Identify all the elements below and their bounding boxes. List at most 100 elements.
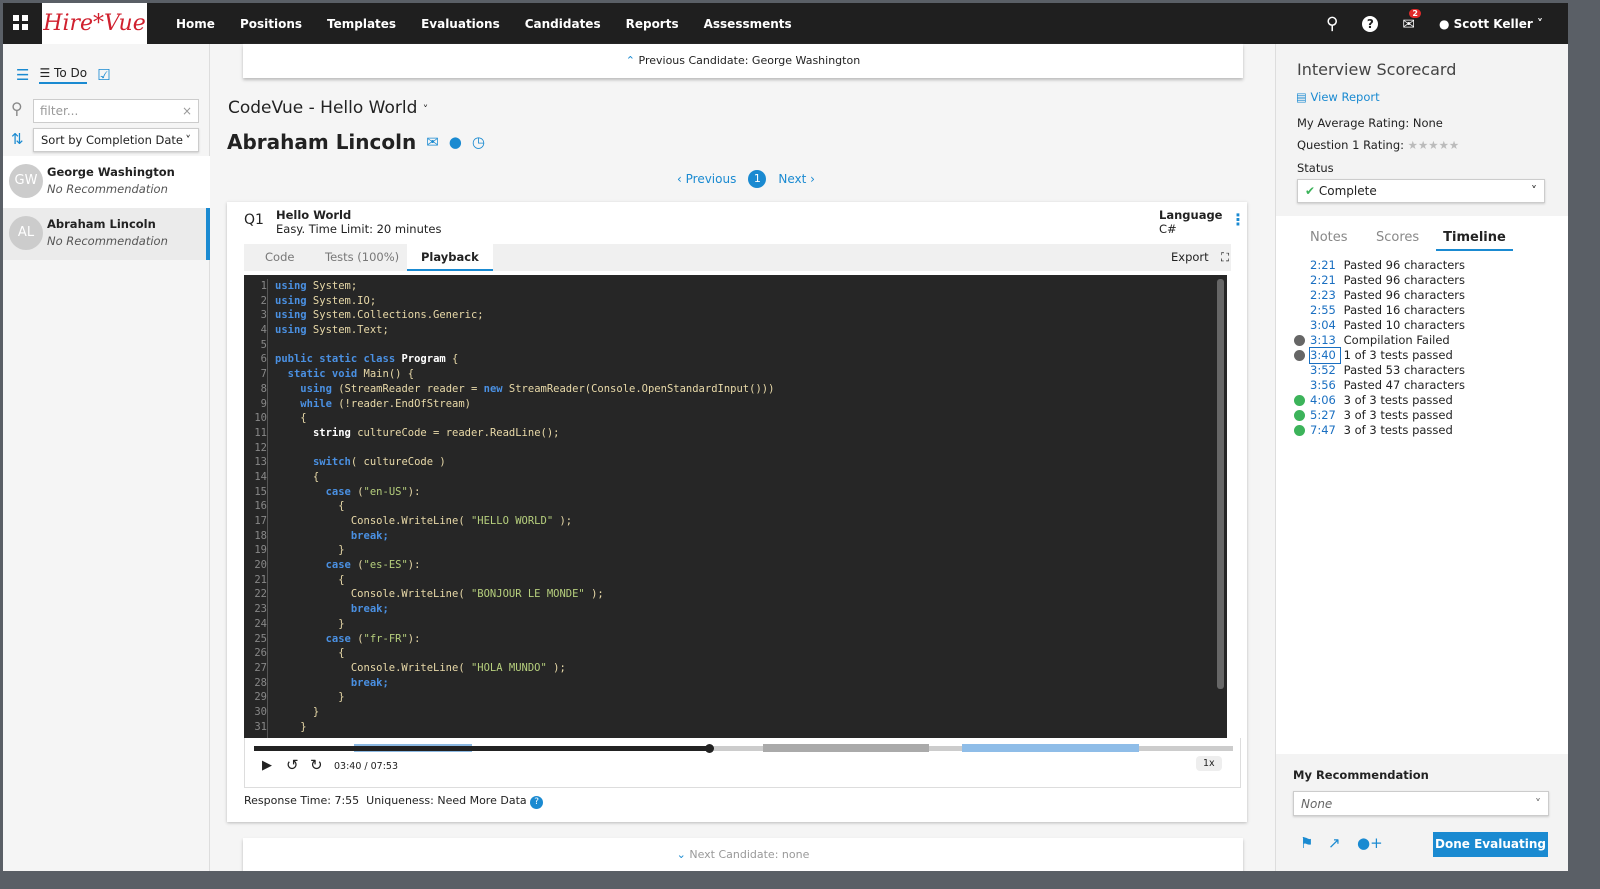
- timeline-event-text: Pasted 96 characters: [1343, 258, 1466, 272]
- nav-templates[interactable]: Templates: [327, 17, 396, 31]
- sort-icon[interactable]: ⇅: [11, 130, 24, 148]
- question-meta: Easy. Time Limit: 20 minutes: [276, 222, 442, 236]
- tag-icon[interactable]: ⚑: [1300, 834, 1313, 852]
- timeline-event: 3:04 Pasted 10 characters: [1294, 318, 1465, 333]
- playhead-handle[interactable]: [705, 744, 715, 753]
- line-number: 8: [260, 382, 267, 395]
- share-icon[interactable]: ↗: [1328, 834, 1341, 852]
- help-icon[interactable]: ?: [530, 796, 544, 809]
- filter-input[interactable]: filter... ×: [33, 99, 199, 123]
- editor-scrollbar[interactable]: [1217, 279, 1224, 689]
- nav-evaluations[interactable]: Evaluations: [421, 17, 500, 31]
- line-number: 25: [254, 632, 267, 645]
- clear-icon[interactable]: ×: [182, 104, 192, 118]
- rewind-icon[interactable]: ↺: [286, 756, 299, 774]
- nav-home[interactable]: Home: [176, 17, 215, 31]
- done-evaluating-button[interactable]: Done Evaluating: [1433, 832, 1548, 857]
- status-dot-icon: [1294, 350, 1305, 361]
- completed-checkbox-icon[interactable]: ☑: [97, 66, 110, 84]
- timeline-list: 2:21 Pasted 96 characters 2:21 Pasted 96 …: [1294, 258, 1465, 438]
- code-line: switch( cultureCode ): [312, 456, 446, 469]
- email-icon[interactable]: ✉: [426, 133, 439, 151]
- tab-code[interactable]: Code: [265, 250, 294, 264]
- line-number: 31: [254, 720, 267, 733]
- tab-scores[interactable]: Scores: [1376, 230, 1419, 245]
- previous-question-button[interactable]: ‹ Previous: [677, 172, 736, 186]
- timeline-timestamp-link[interactable]: 2:21: [1310, 273, 1340, 288]
- avatar: AL: [9, 216, 43, 250]
- timeline-timestamp-link[interactable]: 3:40: [1309, 347, 1341, 364]
- tab-playback[interactable]: Playback: [407, 244, 493, 271]
- status-select[interactable]: ✔ Complete ˅: [1297, 179, 1545, 203]
- timeline-timestamp-link[interactable]: 3:56: [1310, 378, 1340, 393]
- timeline-timestamp-link[interactable]: 2:55: [1310, 303, 1340, 318]
- profile-icon[interactable]: ●: [449, 133, 462, 151]
- code-line: {: [275, 647, 345, 660]
- timeline-event: 3:52 Pasted 53 characters: [1294, 363, 1465, 378]
- apps-grid-icon[interactable]: [13, 15, 29, 31]
- timeline-timestamp-link[interactable]: 3:52: [1310, 363, 1340, 378]
- candidate-list-item[interactable]: AL Abraham Lincoln No Recommendation: [3, 208, 210, 260]
- hirevue-logo[interactable]: Hire*Vue: [42, 3, 147, 44]
- paste-segment: [962, 744, 1139, 752]
- notifications-icon[interactable]: ✉ 2: [1402, 8, 1421, 33]
- add-user-icon[interactable]: ●+: [1357, 834, 1383, 852]
- code-line: Console.WriteLine( "BONJOUR LE MONDE" );: [275, 588, 604, 601]
- user-menu[interactable]: ● Scott Keller ˅: [1439, 17, 1543, 31]
- export-button[interactable]: Export: [1171, 250, 1209, 264]
- interview-select[interactable]: CodeVue - Hello World ˅: [228, 98, 428, 118]
- language-value: C#: [1159, 222, 1177, 236]
- tab-timeline[interactable]: Timeline: [1436, 230, 1513, 251]
- timeline-timestamp-link[interactable]: 7:47: [1310, 423, 1340, 438]
- nav-positions[interactable]: Positions: [240, 17, 302, 31]
- fullscreen-icon[interactable]: ⛶: [1221, 250, 1229, 265]
- timeline-timestamp-link[interactable]: 2:21: [1310, 258, 1340, 273]
- next-question-button[interactable]: Next ›: [778, 172, 815, 186]
- line-number: 27: [254, 661, 267, 674]
- line-number: 19: [254, 544, 267, 557]
- status-dot-icon: [1294, 395, 1305, 406]
- sort-value: Sort by Completion Date: [41, 133, 183, 147]
- more-options-icon[interactable]: ⋮: [1230, 210, 1246, 229]
- status-dot-icon: [1294, 410, 1305, 421]
- playback-timeline[interactable]: [254, 744, 1233, 753]
- todo-view-tab[interactable]: ☰ To Do: [39, 66, 88, 84]
- history-clock-icon[interactable]: ◷: [472, 133, 485, 151]
- forward-icon[interactable]: ↻: [310, 756, 323, 774]
- average-rating: My Average Rating: None: [1297, 116, 1443, 130]
- recommendation-select[interactable]: None ˅: [1293, 791, 1549, 816]
- timeline-timestamp-link[interactable]: 4:06: [1310, 393, 1340, 408]
- nav-candidates[interactable]: Candidates: [525, 17, 601, 31]
- speed-button[interactable]: 1x: [1196, 756, 1222, 771]
- help-icon[interactable]: ?: [1362, 15, 1379, 32]
- main-content: ⌃ Previous Candidate: George Washington …: [210, 44, 1275, 871]
- code-line: break;: [275, 529, 389, 542]
- previous-candidate-link[interactable]: ⌃ Previous Candidate: George Washington: [243, 44, 1243, 78]
- next-candidate-link[interactable]: ⌄ Next Candidate: none: [243, 838, 1243, 871]
- search-icon: ⚲: [11, 99, 23, 118]
- timeline-timestamp-link[interactable]: 3:04: [1310, 318, 1340, 333]
- tab-notes[interactable]: Notes: [1310, 230, 1348, 245]
- view-report-link[interactable]: ▤ View Report: [1296, 90, 1380, 104]
- timeline-timestamp-link[interactable]: 2:23: [1310, 288, 1340, 303]
- timeline-timestamp-link[interactable]: 3:13: [1310, 333, 1340, 348]
- nav-reports[interactable]: Reports: [626, 17, 679, 31]
- timeline-event-text: 3 of 3 tests passed: [1343, 393, 1453, 407]
- play-icon[interactable]: ▶: [262, 758, 272, 773]
- nav-assessments[interactable]: Assessments: [704, 17, 792, 31]
- candidate-list-item[interactable]: GW George Washington No Recommendation: [3, 156, 210, 208]
- tab-tests[interactable]: Tests (100%): [325, 250, 399, 264]
- timeline-timestamp-link[interactable]: 5:27: [1310, 408, 1340, 423]
- timeline-event-text: Pasted 16 characters: [1343, 303, 1466, 317]
- code-line: Console.WriteLine( "HOLA MUNDO" );: [275, 661, 566, 674]
- list-view-icon[interactable]: ☰: [16, 66, 29, 84]
- code-editor[interactable]: 1 2 3 4 5 6 7 8 9 10 11 12 13 14 15 16 17 18 19 20 21 22 23 24 2…: [244, 275, 1227, 738]
- user-name: Scott Keller: [1453, 16, 1533, 31]
- star-rating[interactable]: ★★★★★: [1408, 138, 1460, 152]
- page-1-button[interactable]: 1: [748, 170, 767, 188]
- line-number: 29: [254, 691, 267, 704]
- sort-select[interactable]: Sort by Completion Date ˅: [33, 128, 199, 152]
- status-dot-icon: [1294, 425, 1305, 436]
- search-icon[interactable]: ⚲: [1326, 14, 1338, 34]
- notification-count: 2: [1409, 8, 1421, 18]
